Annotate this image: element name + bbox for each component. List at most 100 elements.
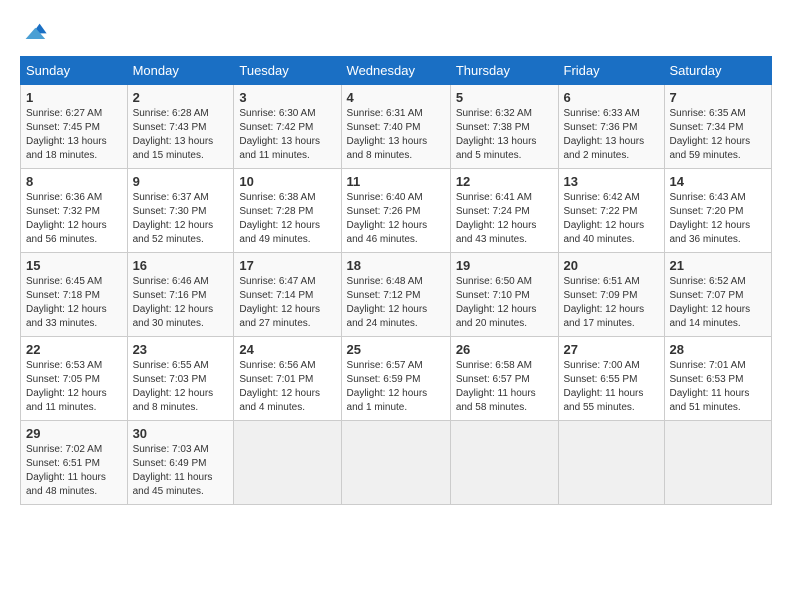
header-cell-tuesday: Tuesday bbox=[234, 57, 341, 85]
calendar-cell: 13 Sunrise: 6:42 AM Sunset: 7:22 PM Dayl… bbox=[558, 169, 664, 253]
week-row-4: 29 Sunrise: 7:02 AM Sunset: 6:51 PM Dayl… bbox=[21, 421, 772, 505]
day-number: 8 bbox=[26, 174, 122, 189]
day-number: 29 bbox=[26, 426, 122, 441]
day-info: Sunrise: 6:31 AM Sunset: 7:40 PM Dayligh… bbox=[347, 107, 445, 163]
calendar-cell: 1 Sunrise: 6:27 AM Sunset: 7:45 PM Dayli… bbox=[21, 85, 128, 169]
day-info: Sunrise: 6:50 AM Sunset: 7:10 PM Dayligh… bbox=[456, 275, 553, 331]
calendar-cell: 3 Sunrise: 6:30 AM Sunset: 7:42 PM Dayli… bbox=[234, 85, 341, 169]
day-number: 6 bbox=[564, 90, 659, 105]
calendar-cell: 24 Sunrise: 6:56 AM Sunset: 7:01 PM Dayl… bbox=[234, 337, 341, 421]
calendar-cell: 29 Sunrise: 7:02 AM Sunset: 6:51 PM Dayl… bbox=[21, 421, 128, 505]
header bbox=[20, 18, 772, 46]
day-info: Sunrise: 6:37 AM Sunset: 7:30 PM Dayligh… bbox=[133, 191, 229, 247]
calendar-cell bbox=[234, 421, 341, 505]
week-row-2: 15 Sunrise: 6:45 AM Sunset: 7:18 PM Dayl… bbox=[21, 253, 772, 337]
day-number: 13 bbox=[564, 174, 659, 189]
day-info: Sunrise: 6:53 AM Sunset: 7:05 PM Dayligh… bbox=[26, 359, 122, 415]
day-number: 2 bbox=[133, 90, 229, 105]
day-info: Sunrise: 6:40 AM Sunset: 7:26 PM Dayligh… bbox=[347, 191, 445, 247]
day-number: 1 bbox=[26, 90, 122, 105]
day-number: 14 bbox=[670, 174, 767, 189]
day-info: Sunrise: 6:36 AM Sunset: 7:32 PM Dayligh… bbox=[26, 191, 122, 247]
day-number: 23 bbox=[133, 342, 229, 357]
day-info: Sunrise: 6:33 AM Sunset: 7:36 PM Dayligh… bbox=[564, 107, 659, 163]
day-info: Sunrise: 6:32 AM Sunset: 7:38 PM Dayligh… bbox=[456, 107, 553, 163]
logo bbox=[20, 18, 50, 46]
header-cell-saturday: Saturday bbox=[664, 57, 772, 85]
day-number: 21 bbox=[670, 258, 767, 273]
calendar-cell: 30 Sunrise: 7:03 AM Sunset: 6:49 PM Dayl… bbox=[127, 421, 234, 505]
day-info: Sunrise: 6:52 AM Sunset: 7:07 PM Dayligh… bbox=[670, 275, 767, 331]
day-number: 5 bbox=[456, 90, 553, 105]
day-number: 25 bbox=[347, 342, 445, 357]
calendar-cell: 19 Sunrise: 6:50 AM Sunset: 7:10 PM Dayl… bbox=[450, 253, 558, 337]
calendar-cell: 28 Sunrise: 7:01 AM Sunset: 6:53 PM Dayl… bbox=[664, 337, 772, 421]
day-info: Sunrise: 6:28 AM Sunset: 7:43 PM Dayligh… bbox=[133, 107, 229, 163]
calendar-cell: 23 Sunrise: 6:55 AM Sunset: 7:03 PM Dayl… bbox=[127, 337, 234, 421]
day-number: 7 bbox=[670, 90, 767, 105]
day-number: 10 bbox=[239, 174, 335, 189]
calendar-cell: 15 Sunrise: 6:45 AM Sunset: 7:18 PM Dayl… bbox=[21, 253, 128, 337]
day-number: 28 bbox=[670, 342, 767, 357]
day-info: Sunrise: 6:35 AM Sunset: 7:34 PM Dayligh… bbox=[670, 107, 767, 163]
day-number: 16 bbox=[133, 258, 229, 273]
header-cell-sunday: Sunday bbox=[21, 57, 128, 85]
header-cell-thursday: Thursday bbox=[450, 57, 558, 85]
day-number: 24 bbox=[239, 342, 335, 357]
day-info: Sunrise: 7:03 AM Sunset: 6:49 PM Dayligh… bbox=[133, 443, 229, 499]
header-cell-monday: Monday bbox=[127, 57, 234, 85]
day-number: 19 bbox=[456, 258, 553, 273]
day-info: Sunrise: 6:46 AM Sunset: 7:16 PM Dayligh… bbox=[133, 275, 229, 331]
calendar-cell bbox=[664, 421, 772, 505]
day-number: 11 bbox=[347, 174, 445, 189]
day-number: 17 bbox=[239, 258, 335, 273]
calendar-cell: 4 Sunrise: 6:31 AM Sunset: 7:40 PM Dayli… bbox=[341, 85, 450, 169]
day-number: 3 bbox=[239, 90, 335, 105]
calendar-cell: 18 Sunrise: 6:48 AM Sunset: 7:12 PM Dayl… bbox=[341, 253, 450, 337]
header-row: SundayMondayTuesdayWednesdayThursdayFrid… bbox=[21, 57, 772, 85]
day-number: 12 bbox=[456, 174, 553, 189]
day-number: 18 bbox=[347, 258, 445, 273]
day-info: Sunrise: 6:55 AM Sunset: 7:03 PM Dayligh… bbox=[133, 359, 229, 415]
calendar-cell: 10 Sunrise: 6:38 AM Sunset: 7:28 PM Dayl… bbox=[234, 169, 341, 253]
calendar-cell: 26 Sunrise: 6:58 AM Sunset: 6:57 PM Dayl… bbox=[450, 337, 558, 421]
calendar-cell: 11 Sunrise: 6:40 AM Sunset: 7:26 PM Dayl… bbox=[341, 169, 450, 253]
logo-icon bbox=[20, 18, 48, 46]
day-info: Sunrise: 6:45 AM Sunset: 7:18 PM Dayligh… bbox=[26, 275, 122, 331]
week-row-1: 8 Sunrise: 6:36 AM Sunset: 7:32 PM Dayli… bbox=[21, 169, 772, 253]
day-number: 15 bbox=[26, 258, 122, 273]
day-info: Sunrise: 6:42 AM Sunset: 7:22 PM Dayligh… bbox=[564, 191, 659, 247]
calendar-cell: 25 Sunrise: 6:57 AM Sunset: 6:59 PM Dayl… bbox=[341, 337, 450, 421]
calendar-cell bbox=[341, 421, 450, 505]
header-cell-friday: Friday bbox=[558, 57, 664, 85]
day-info: Sunrise: 6:47 AM Sunset: 7:14 PM Dayligh… bbox=[239, 275, 335, 331]
calendar-table: SundayMondayTuesdayWednesdayThursdayFrid… bbox=[20, 56, 772, 505]
day-number: 26 bbox=[456, 342, 553, 357]
header-cell-wednesday: Wednesday bbox=[341, 57, 450, 85]
day-info: Sunrise: 6:27 AM Sunset: 7:45 PM Dayligh… bbox=[26, 107, 122, 163]
calendar-cell: 12 Sunrise: 6:41 AM Sunset: 7:24 PM Dayl… bbox=[450, 169, 558, 253]
calendar-cell bbox=[558, 421, 664, 505]
day-number: 27 bbox=[564, 342, 659, 357]
calendar-cell: 9 Sunrise: 6:37 AM Sunset: 7:30 PM Dayli… bbox=[127, 169, 234, 253]
calendar-cell: 7 Sunrise: 6:35 AM Sunset: 7:34 PM Dayli… bbox=[664, 85, 772, 169]
page: SundayMondayTuesdayWednesdayThursdayFrid… bbox=[0, 0, 792, 515]
calendar-cell bbox=[450, 421, 558, 505]
day-number: 22 bbox=[26, 342, 122, 357]
calendar-cell: 2 Sunrise: 6:28 AM Sunset: 7:43 PM Dayli… bbox=[127, 85, 234, 169]
day-number: 9 bbox=[133, 174, 229, 189]
day-info: Sunrise: 6:58 AM Sunset: 6:57 PM Dayligh… bbox=[456, 359, 553, 415]
calendar-cell: 22 Sunrise: 6:53 AM Sunset: 7:05 PM Dayl… bbox=[21, 337, 128, 421]
day-number: 4 bbox=[347, 90, 445, 105]
day-info: Sunrise: 6:30 AM Sunset: 7:42 PM Dayligh… bbox=[239, 107, 335, 163]
calendar-cell: 27 Sunrise: 7:00 AM Sunset: 6:55 PM Dayl… bbox=[558, 337, 664, 421]
week-row-3: 22 Sunrise: 6:53 AM Sunset: 7:05 PM Dayl… bbox=[21, 337, 772, 421]
calendar-cell: 8 Sunrise: 6:36 AM Sunset: 7:32 PM Dayli… bbox=[21, 169, 128, 253]
calendar-cell: 16 Sunrise: 6:46 AM Sunset: 7:16 PM Dayl… bbox=[127, 253, 234, 337]
day-info: Sunrise: 7:00 AM Sunset: 6:55 PM Dayligh… bbox=[564, 359, 659, 415]
calendar-cell: 14 Sunrise: 6:43 AM Sunset: 7:20 PM Dayl… bbox=[664, 169, 772, 253]
day-info: Sunrise: 6:56 AM Sunset: 7:01 PM Dayligh… bbox=[239, 359, 335, 415]
day-info: Sunrise: 6:41 AM Sunset: 7:24 PM Dayligh… bbox=[456, 191, 553, 247]
day-info: Sunrise: 6:51 AM Sunset: 7:09 PM Dayligh… bbox=[564, 275, 659, 331]
day-info: Sunrise: 7:02 AM Sunset: 6:51 PM Dayligh… bbox=[26, 443, 122, 499]
